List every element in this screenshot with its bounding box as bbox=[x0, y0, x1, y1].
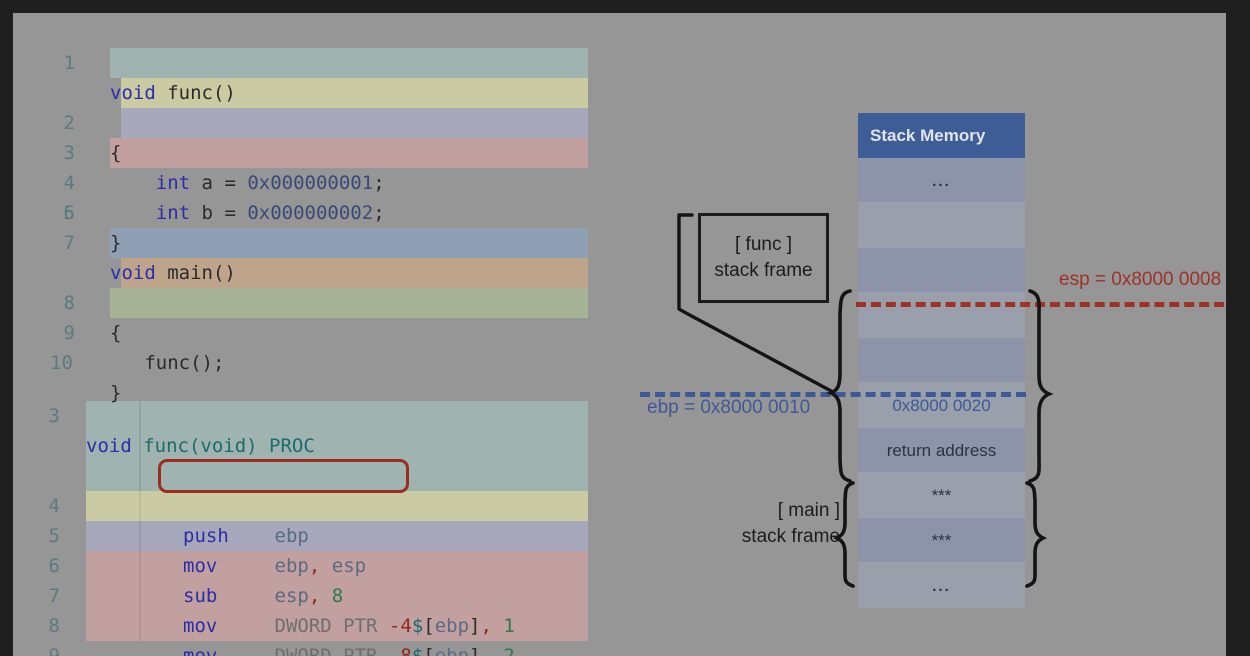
func-stack-frame-callout: [ func ] stack frame bbox=[698, 213, 829, 303]
code-text: mov ebp, esp bbox=[183, 555, 367, 577]
func-frame-left-brace bbox=[826, 289, 852, 483]
gutter-divider bbox=[139, 581, 141, 611]
code-text: void func() bbox=[110, 82, 236, 104]
stack-cell bbox=[858, 293, 1025, 338]
code-text: push ebp bbox=[183, 525, 309, 547]
code-text: } bbox=[110, 382, 122, 404]
code-text: sub esp, 8 bbox=[183, 585, 344, 607]
stack-cell-value: *** bbox=[931, 486, 952, 505]
code-line: 9 func(); bbox=[13, 258, 588, 374]
asm-code-block: 3 void func(void) PROC 4 push ebp 5 mov … bbox=[13, 371, 588, 656]
line-highlight bbox=[121, 108, 588, 138]
stack-cell-value: 0x8000 0020 bbox=[892, 396, 991, 415]
esp-pointer-label: esp = 0x8000 0008 bbox=[1059, 269, 1222, 290]
code-text: { bbox=[110, 142, 122, 164]
stack-cell: 0x8000 0020 bbox=[858, 383, 1025, 428]
code-text: int b = 0x000000002; bbox=[155, 202, 385, 224]
code-text: int a = 0x000000001; bbox=[155, 172, 385, 194]
esp-pointer-line bbox=[856, 302, 1226, 307]
stack-cell bbox=[858, 338, 1025, 383]
c-source-code-block: 1 void func() 2 { 3 int a = 0x000000001;… bbox=[13, 18, 588, 404]
code-text: void func(void) PROC bbox=[86, 435, 315, 457]
emphasis-box-sub-esp bbox=[158, 459, 409, 493]
stack-cell: *** bbox=[858, 473, 1025, 518]
line-highlight bbox=[86, 491, 588, 521]
main-stack-frame-label: [ main ] stack frame bbox=[720, 498, 840, 549]
code-line: 4 push ebp bbox=[13, 401, 588, 547]
line-highlight bbox=[86, 521, 588, 551]
stack-cell: *** bbox=[858, 518, 1025, 563]
stack-cell-value: ... bbox=[932, 578, 951, 595]
line-highlight bbox=[86, 401, 588, 431]
line-highlight bbox=[110, 228, 588, 258]
line-highlight bbox=[110, 138, 588, 168]
gutter-divider bbox=[139, 551, 141, 581]
code-text: mov DWORD PTR -4$[ebp], 1 bbox=[183, 615, 515, 637]
code-line: 7 mov DWORD PTR -4$[ebp], 1 bbox=[13, 491, 588, 637]
stack-cell: ... bbox=[858, 158, 1025, 203]
code-line: 4 int b = 0x000000002; bbox=[13, 108, 588, 224]
ebp-pointer-label: ebp = 0x8000 0010 bbox=[647, 397, 811, 418]
stack-cell: ... bbox=[858, 563, 1025, 608]
code-line: 2 { bbox=[13, 48, 588, 164]
main-frame-right-brace bbox=[1025, 481, 1048, 588]
gutter-divider bbox=[139, 611, 141, 641]
code-text: { bbox=[110, 322, 122, 344]
code-line: 1 void func() bbox=[13, 18, 588, 104]
line-highlight bbox=[110, 288, 588, 318]
func-frame-right-brace bbox=[1028, 289, 1054, 483]
stack-cell-value: *** bbox=[931, 531, 952, 550]
stack-cell bbox=[858, 248, 1025, 293]
func-callout-line1: [ func ] bbox=[734, 234, 793, 256]
gutter-divider bbox=[139, 521, 141, 551]
stack-memory-table: Stack Memory ... 0x8000 0020 return addr… bbox=[858, 113, 1025, 608]
code-text: mov DWORD PTR -8$[ebp], 2 bbox=[183, 645, 515, 656]
stack-cell-value: return address bbox=[886, 441, 997, 460]
stack-cell-value: ... bbox=[932, 173, 951, 190]
code-line: 3 void func(void) PROC bbox=[13, 371, 588, 457]
main-callout-line1: [ main ] bbox=[777, 500, 840, 521]
code-line: 8 { bbox=[13, 228, 588, 344]
func-callout-line2: stack frame bbox=[714, 260, 813, 281]
gutter-divider bbox=[139, 491, 141, 521]
code-line: 5 } bbox=[13, 138, 588, 254]
code-line: 10 } bbox=[13, 288, 588, 404]
code-text: func(); bbox=[144, 352, 225, 374]
stack-cell: return address bbox=[858, 428, 1025, 473]
code-line: 3 int a = 0x000000001; bbox=[13, 78, 588, 194]
gutter-divider bbox=[139, 401, 141, 431]
line-highlight bbox=[110, 48, 588, 78]
code-text: void main() bbox=[110, 262, 236, 284]
stack-memory-header: Stack Memory bbox=[858, 113, 1025, 158]
main-callout-line2: stack frame bbox=[741, 525, 840, 547]
code-text: } bbox=[110, 232, 122, 254]
slide-canvas: 1 void func() 2 { 3 int a = 0x000000001;… bbox=[13, 13, 1226, 656]
gutter-divider bbox=[139, 461, 141, 491]
stack-cell bbox=[858, 203, 1025, 248]
